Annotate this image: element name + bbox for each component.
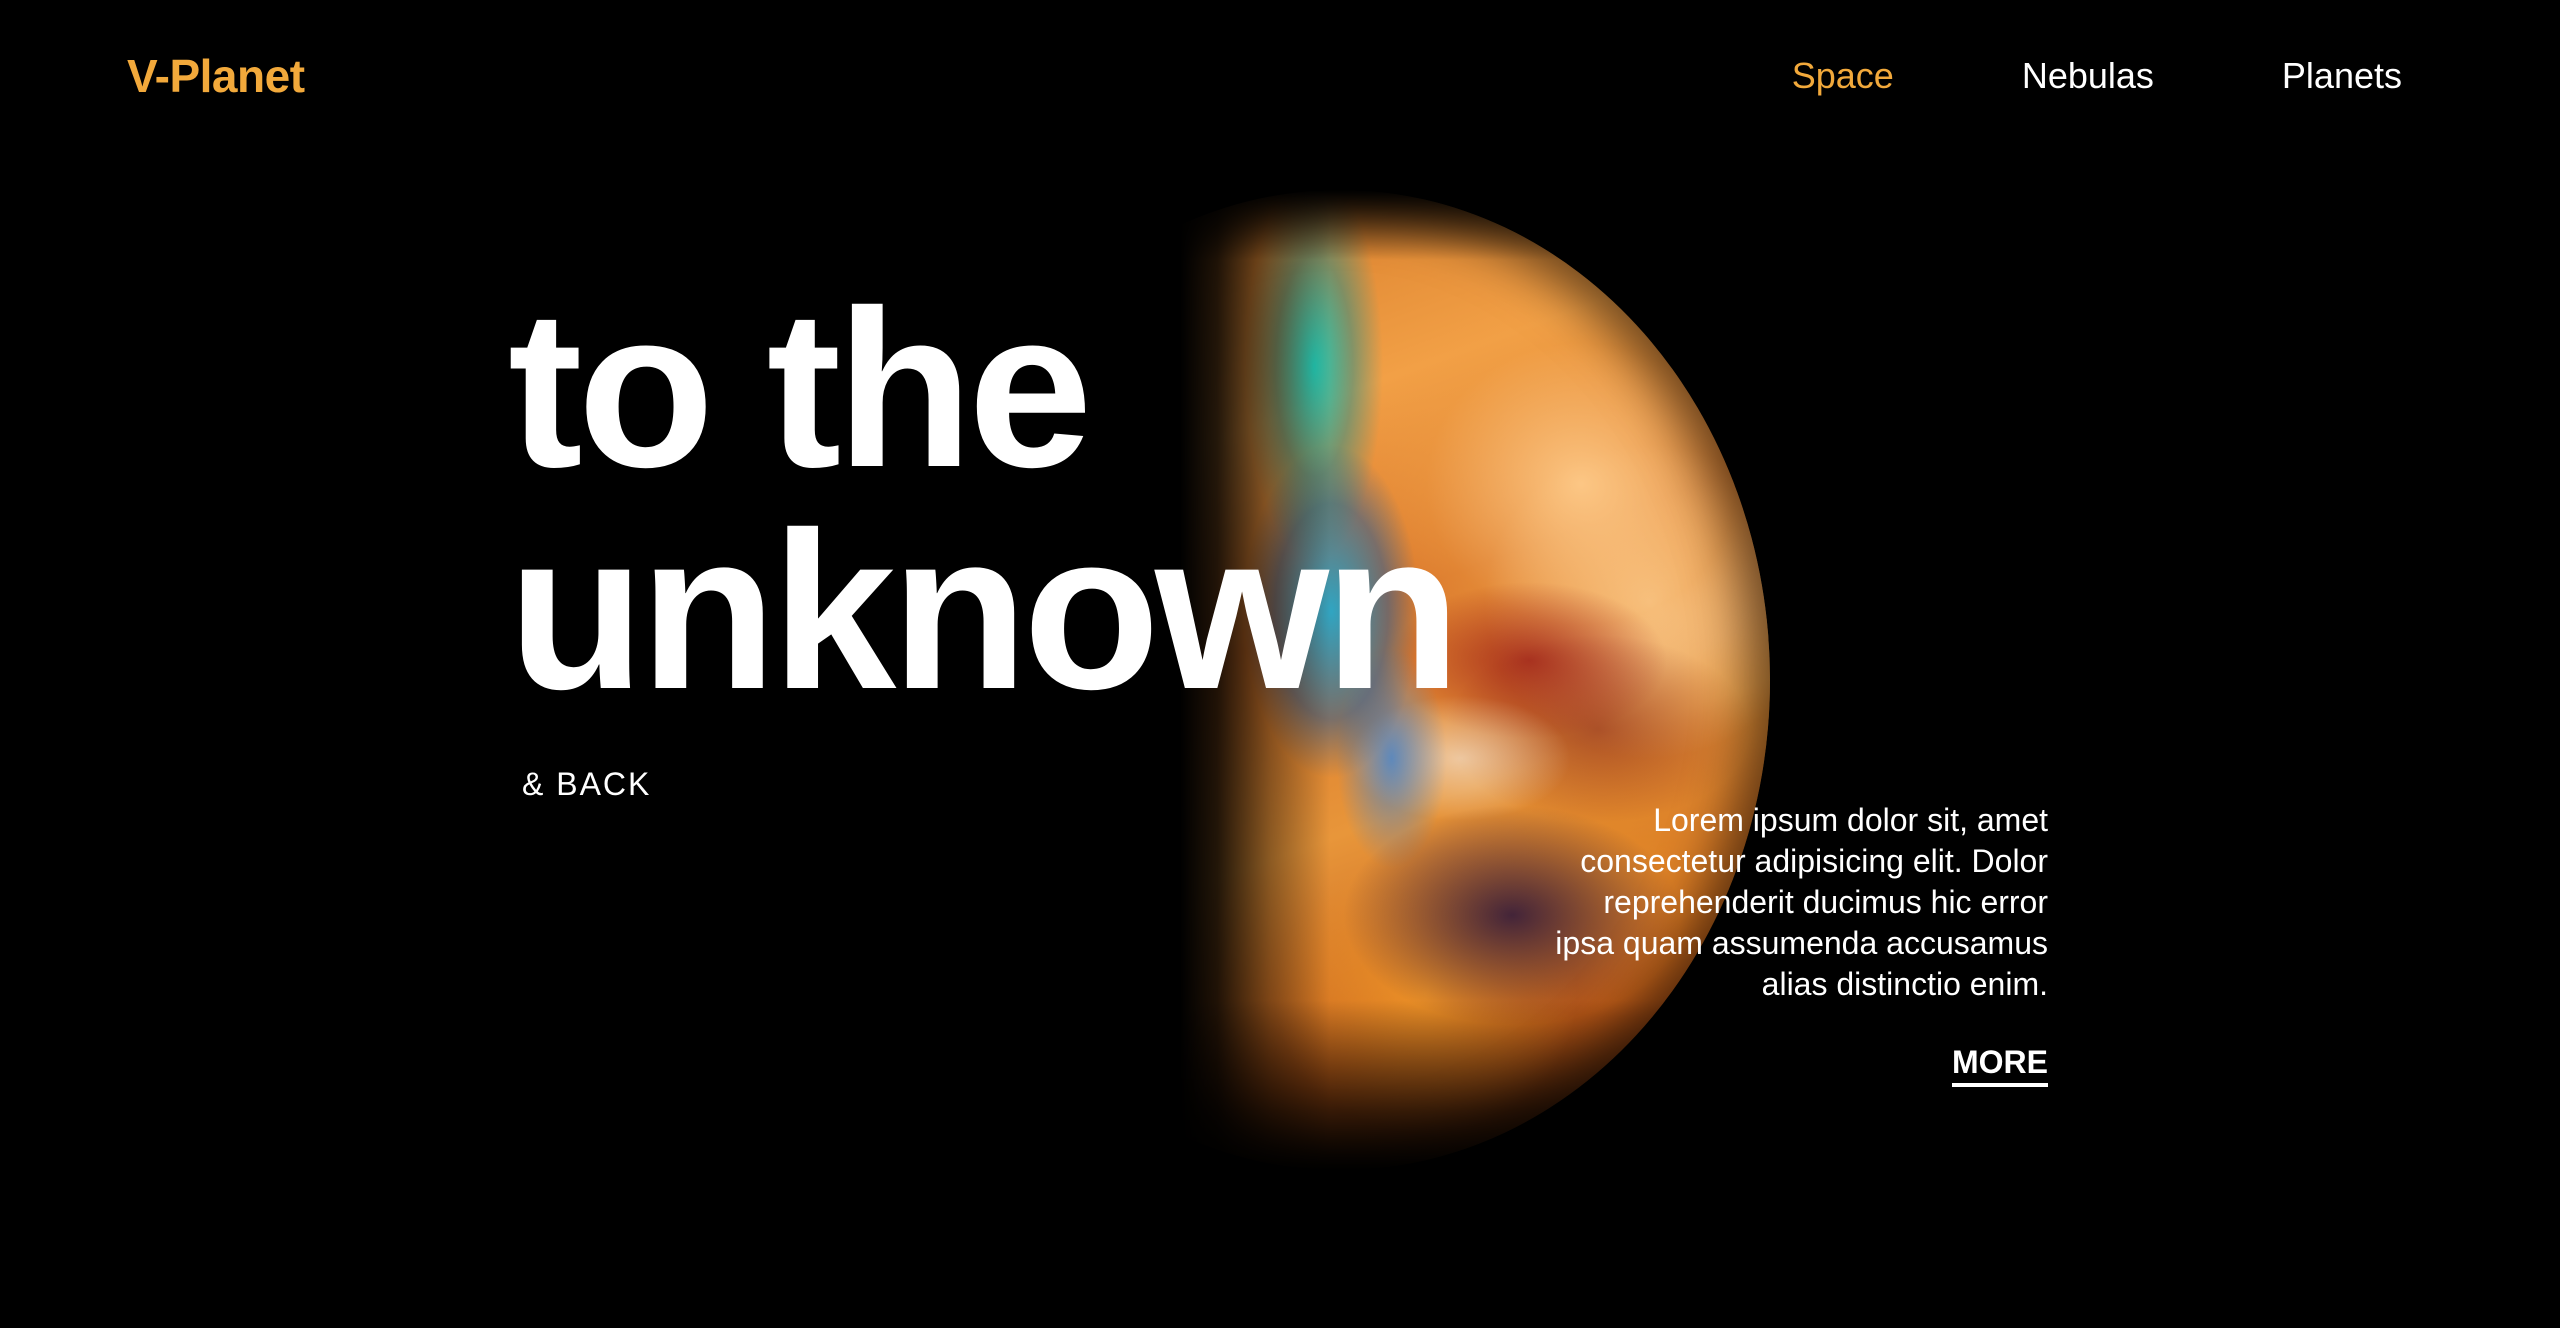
planet-fade-bottom (1180, 1000, 1790, 1170)
hero-description: Lorem ipsum dolor sit, amet consectetur … (1555, 802, 2048, 1002)
hero-title-line-1: to the (508, 264, 1093, 514)
hero-title-line-2: unknown (508, 486, 1461, 736)
hero-subtitle: & BACK (522, 766, 652, 802)
more-link[interactable]: MORE (1952, 1042, 2048, 1087)
site-logo[interactable]: V-Planet (127, 48, 305, 104)
hero-title: to the unknown (508, 264, 1461, 736)
nav-item-planets[interactable]: Planets (2282, 52, 2402, 100)
nav-item-space[interactable]: Space (1792, 52, 1894, 100)
nav-item-nebulas[interactable]: Nebulas (2022, 52, 2154, 100)
site-header: V-Planet Space Nebulas Planets (0, 0, 2560, 160)
main-nav: Space Nebulas Planets (1792, 52, 2402, 100)
